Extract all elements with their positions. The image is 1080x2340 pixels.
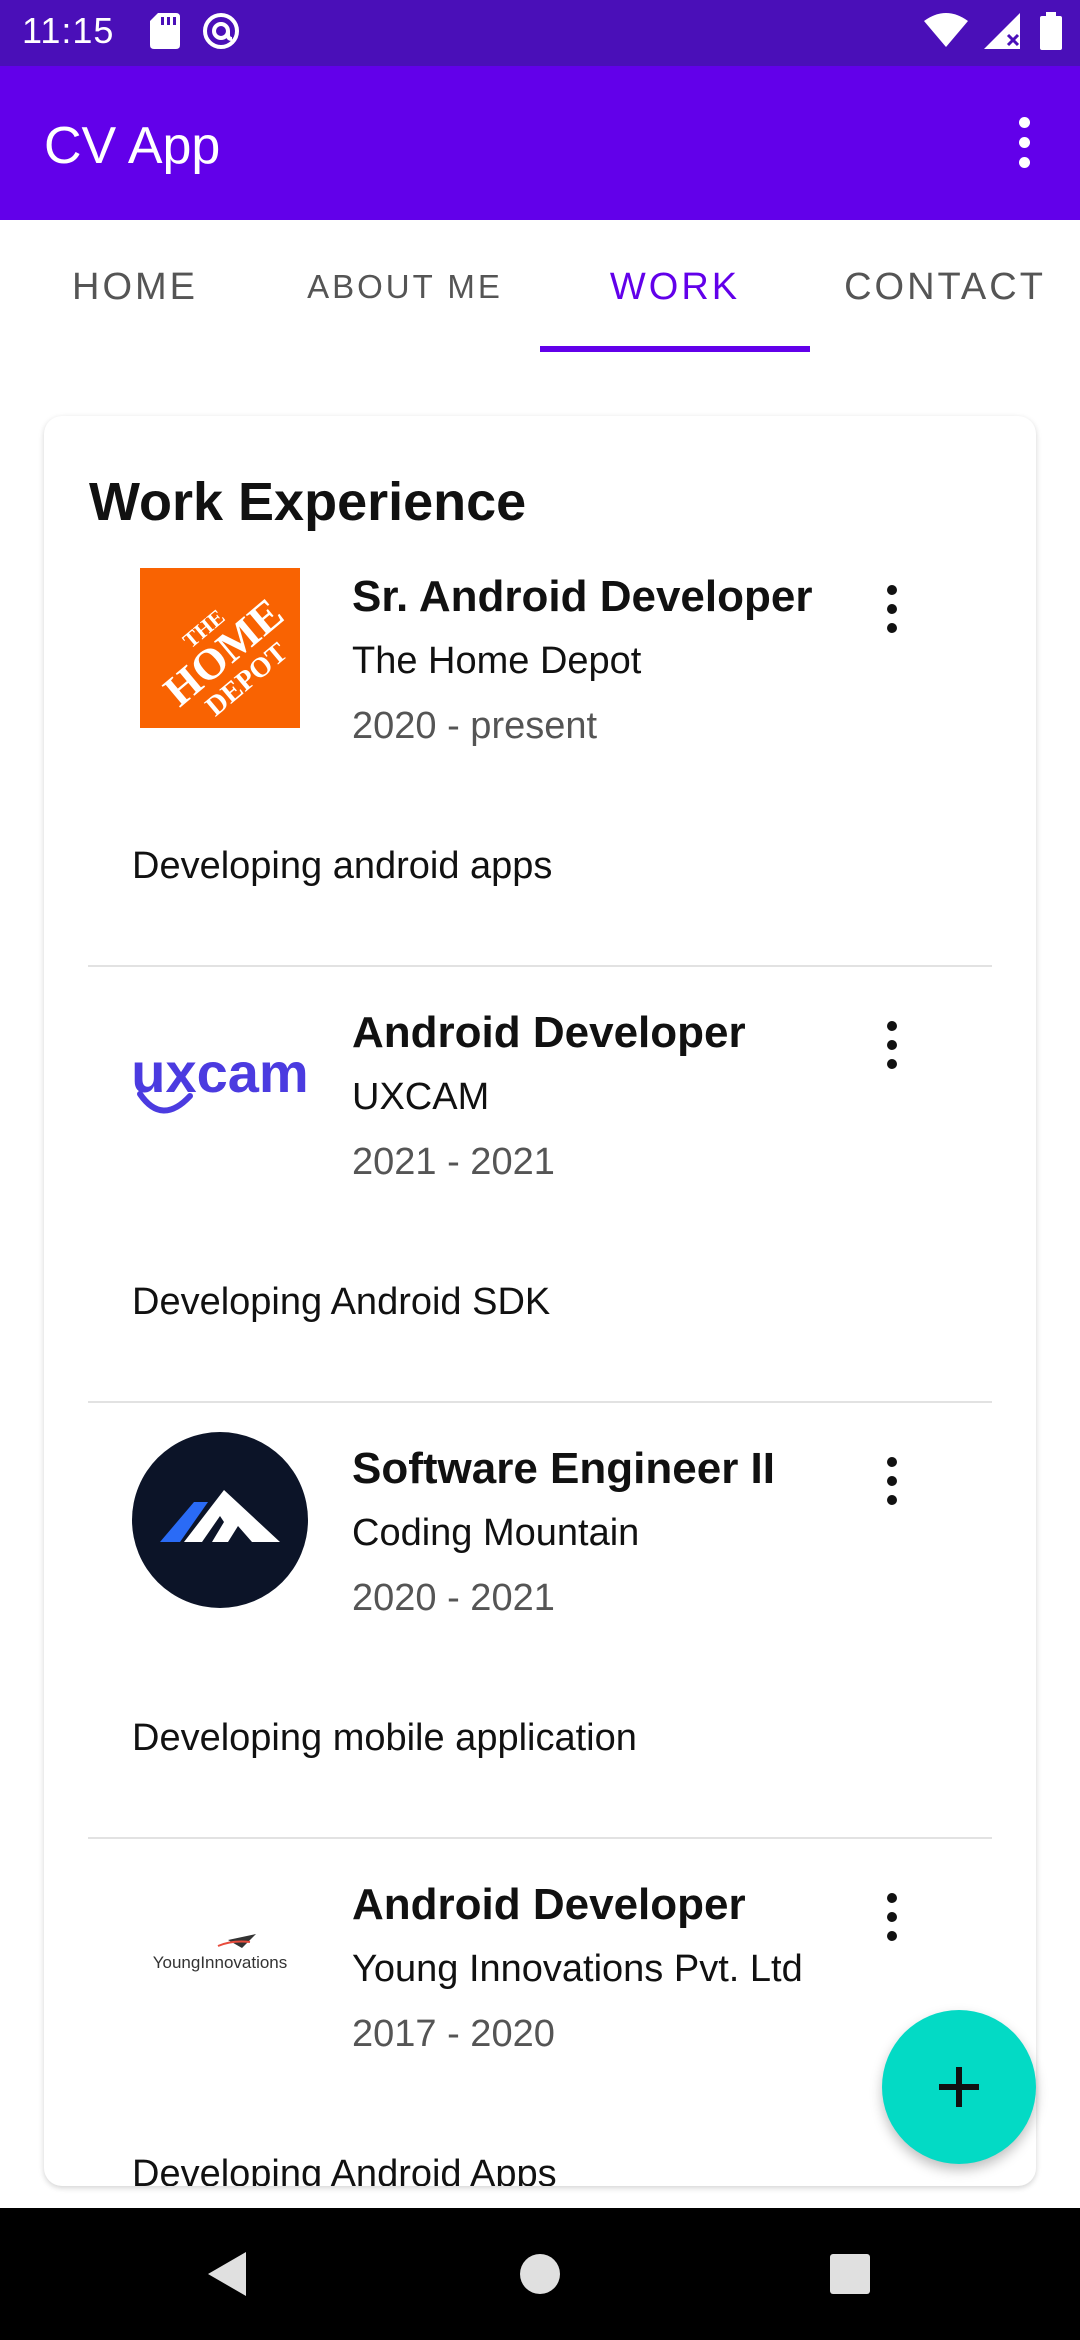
status-time: 11:15 [22,10,115,51]
back-icon[interactable] [196,2244,256,2304]
tab-bar: HOME ABOUT ME WORK CONTACT [0,220,1080,354]
battery-icon [1040,12,1062,55]
more-vert-icon[interactable] [994,112,1054,172]
years: 2020 - present [352,705,598,747]
app-bar: CV App [0,66,1080,220]
work-experience-card: Work Experience THE HOME DEPOT Sr. Andro… [44,416,1036,2186]
company-name: UXCAM [352,1076,490,1118]
more-vert-icon[interactable] [862,1882,922,1952]
tab-about-me[interactable]: ABOUT ME [270,220,540,354]
years: 2017 - 2020 [352,2013,555,2055]
add-icon [939,2067,979,2107]
uxcam-logo: uxcam [132,996,308,1172]
at-sign-icon [202,12,240,55]
job-title: Android Developer [352,1880,746,1929]
company-name: Young Innovations Pvt. Ltd [352,1948,803,1990]
years: 2021 - 2021 [352,1141,555,1183]
tab-home[interactable]: HOME [0,220,270,354]
work-item[interactable]: uxcam Android Developer UXCAM 2021 - 202… [44,996,1036,1432]
sd-card-icon [150,13,180,54]
svg-text:YoungInnovations: YoungInnovations [153,1953,288,1972]
home-depot-logo: THE HOME DEPOT [132,560,308,736]
tab-indicator [540,346,810,352]
coding-mountain-logo [132,1432,308,1608]
job-title: Sr. Android Developer [352,572,813,621]
job-description: Developing mobile application [132,1717,637,1759]
job-title: Android Developer [352,1008,746,1057]
more-vert-icon[interactable] [862,574,922,644]
tab-contact[interactable]: CONTACT [810,220,1080,354]
status-bar: 11:15 [0,0,1080,66]
navigation-bar [0,2208,1080,2340]
add-button[interactable] [882,2010,1036,2164]
work-item[interactable]: Software Engineer II Coding Mountain 202… [44,1432,1036,1868]
more-vert-icon[interactable] [862,1010,922,1080]
divider [88,1401,992,1403]
svg-text:uxcam: uxcam [132,1044,308,1104]
company-name: Coding Mountain [352,1512,640,1554]
tab-work[interactable]: WORK [540,220,810,354]
divider [88,1837,992,1839]
job-title: Software Engineer II [352,1444,775,1493]
card-title: Work Experience [89,472,527,532]
job-description: Developing android apps [132,845,553,887]
recents-icon[interactable] [820,2244,880,2304]
young-innovations-logo: YoungInnovations [132,1868,308,2044]
divider [88,965,992,967]
company-name: The Home Depot [352,640,642,682]
home-icon[interactable] [510,2244,570,2304]
app-title: CV App [44,117,221,175]
years: 2020 - 2021 [352,1577,555,1619]
signal-icon [984,13,1024,54]
job-description: Developing Android SDK [132,1281,551,1323]
job-description: Developing Android Apps [132,2153,557,2186]
wifi-icon [924,13,968,54]
more-vert-icon[interactable] [862,1446,922,1516]
work-item[interactable]: THE HOME DEPOT Sr. Android Developer The… [44,560,1036,996]
work-item[interactable]: YoungInnovations Android Developer Young… [44,1868,1036,2186]
